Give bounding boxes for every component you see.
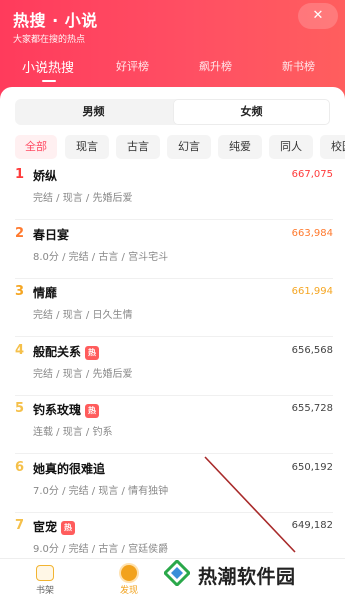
nav-bookshelf-label: 书架 [35, 586, 54, 596]
book-title: 宦宠热 [33, 518, 76, 535]
nav-discover[interactable]: 发现 [109, 565, 149, 596]
book-title: 娇纵 [33, 167, 57, 184]
chip-pure-love[interactable]: 纯爱 [218, 135, 262, 159]
hot-count: 655,728 [291, 403, 333, 414]
book-title-text: 她真的很难追 [33, 461, 106, 476]
tab-rising[interactable]: 飙升榜 [199, 58, 232, 74]
hot-count: 667,075 [291, 169, 333, 180]
brand-title: 热搜 · 小说 [13, 11, 98, 30]
book-title: 钓系玫瑰热 [33, 401, 100, 418]
hot-badge: 热 [85, 404, 100, 418]
nav-discover-label: 发现 [119, 586, 138, 596]
bookshelf-icon [36, 565, 54, 581]
chip-campus[interactable]: 校园 [320, 135, 345, 159]
book-title-text: 宦宠 [33, 520, 58, 534]
rank-number: 6 [15, 459, 25, 475]
book-title-text: 钓系玫瑰 [33, 403, 82, 417]
book-meta: 8.0分 / 完结 / 古言 / 宫斗宅斗 [33, 251, 169, 263]
rank-number: 5 [15, 401, 25, 416]
watermark-text: 热潮软件园 [198, 566, 296, 588]
nav-bookshelf[interactable]: 书架 [25, 565, 65, 596]
hot-badge: 热 [85, 345, 100, 360]
discover-icon [121, 565, 137, 581]
chip-ancient-romance[interactable]: 古言 [116, 135, 160, 159]
book-meta: 完结 / 现言 / 日久生情 [33, 310, 133, 321]
book-title-text: 般配关系 [33, 344, 82, 359]
ranking-row[interactable]: 4 般配关系热完结 / 现言 / 先婚后爱 656,568 [15, 341, 333, 396]
book-meta: 9.0分 / 完结 / 古言 / 宫廷侯爵 [33, 544, 169, 555]
book-title: 情靡 [33, 284, 57, 301]
annotation-arrow [204, 456, 296, 553]
rank-number: 4 [15, 342, 25, 358]
diamond-logo-icon [164, 560, 190, 586]
ranking-tabs: 小说热搜 好评榜 飙升榜 新书榜 [0, 58, 345, 82]
ranking-row[interactable]: 1 娇纵完结 / 现言 / 先婚后爱 667,075 [15, 165, 333, 220]
header-slogan: 大家都在搜的热点 [13, 35, 86, 45]
hot-count: 663,984 [291, 227, 333, 239]
tab-good-reviews[interactable]: 好评榜 [116, 58, 149, 74]
active-tab-indicator [42, 80, 56, 82]
book-meta: 完结 / 现言 / 先婚后爱 [33, 368, 133, 380]
book-meta: 7.0分 / 完结 / 现言 / 情有独钟 [33, 485, 169, 497]
book-title-text: 春日宴 [33, 227, 70, 242]
category-chips: 全部 现言 古言 幻言 纯爱 同人 校园 [15, 135, 345, 159]
hot-count: 656,568 [291, 344, 333, 356]
book-title-text: 娇纵 [33, 169, 58, 183]
ranking-row[interactable]: 2 春日宴 8.0分 / 完结 / 古言 / 宫斗宅斗 663,984 [15, 224, 333, 279]
hot-count: 661,994 [291, 286, 333, 297]
book-meta: 连载 / 现言 / 钓系 [33, 427, 113, 438]
ranking-row[interactable]: 3 情靡完结 / 现言 / 日久生情 661,994 [15, 282, 333, 337]
book-meta: 完结 / 现言 / 先婚后爱 [33, 193, 133, 204]
tab-female[interactable]: 女频 [173, 99, 330, 125]
gender-segment: 男频 女频 [15, 99, 330, 125]
rank-number: 7 [15, 518, 25, 533]
hot-badge: 热 [61, 521, 76, 535]
ranking-row[interactable]: 5 钓系玫瑰热连载 / 现言 / 钓系 655,728 [15, 399, 333, 454]
book-title-text: 情靡 [33, 286, 58, 300]
chip-all[interactable]: 全部 [15, 135, 57, 159]
tab-new-books[interactable]: 新书榜 [282, 58, 315, 74]
rank-number: 2 [15, 225, 25, 241]
close-icon[interactable]: ✕ [298, 3, 338, 29]
rank-number: 1 [15, 167, 25, 182]
tab-male[interactable]: 男频 [15, 99, 172, 125]
book-title: 春日宴 [33, 226, 69, 243]
chip-fantasy-romance[interactable]: 幻言 [167, 135, 211, 159]
chip-modern-romance[interactable]: 现言 [65, 135, 109, 159]
book-title: 她真的很难追 [33, 460, 105, 477]
rank-number: 3 [15, 284, 25, 299]
chip-fanfic[interactable]: 同人 [269, 135, 313, 159]
tab-novel-hot[interactable]: 小说热搜 [22, 57, 74, 76]
book-title: 般配关系热 [33, 343, 100, 360]
watermark: 热潮软件园 [160, 556, 345, 596]
